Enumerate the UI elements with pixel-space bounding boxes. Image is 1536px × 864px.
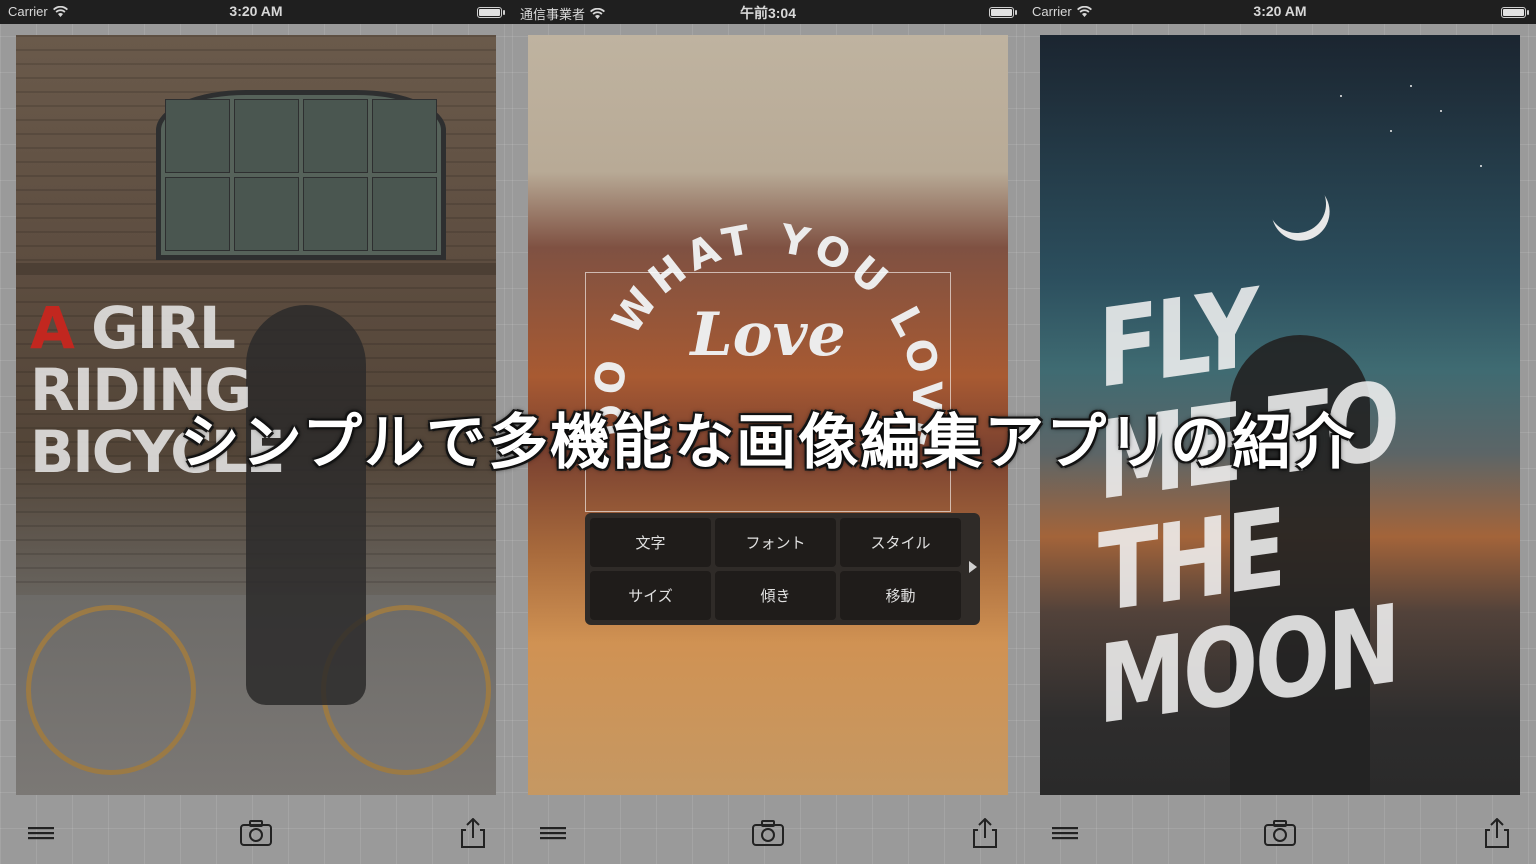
menu-icon[interactable] (1048, 818, 1082, 848)
size-button[interactable]: サイズ (590, 571, 711, 620)
text-line-1-rest: GIRL (72, 294, 236, 362)
status-time: 3:20 AM (1253, 3, 1307, 19)
status-bar: Carrier 3:20 AM (0, 0, 512, 24)
star (1390, 130, 1392, 132)
text-overlay[interactable]: FLY ME TO THE MOON (1098, 251, 1410, 749)
font-button[interactable]: フォント (715, 518, 836, 567)
share-icon[interactable] (1480, 818, 1514, 848)
bottom-toolbar (1024, 804, 1536, 864)
edit-panel: 文字 フォント スタイル サイズ 傾き 移動 (585, 513, 980, 625)
bottom-toolbar (512, 804, 1024, 864)
star (1410, 85, 1412, 87)
status-bar: 通信事業者 午前3:04 (512, 0, 1024, 24)
text-button[interactable]: 文字 (590, 518, 711, 567)
battery-icon (1501, 7, 1529, 18)
text-line-1: A GIRL (30, 297, 283, 359)
menu-icon[interactable] (24, 818, 58, 848)
battery-icon (477, 7, 505, 18)
star (1340, 95, 1342, 97)
camera-icon[interactable] (1263, 818, 1297, 848)
camera-icon[interactable] (239, 818, 273, 848)
text-line-2: THE MOON (1098, 485, 1398, 749)
status-bar: Carrier 3:20 AM (1024, 0, 1536, 24)
camera-icon[interactable] (751, 818, 785, 848)
style-button[interactable]: スタイル (840, 518, 961, 567)
window-ledge (16, 263, 496, 275)
window-image (156, 90, 446, 260)
move-button[interactable]: 移動 (840, 571, 961, 620)
battery-icon (989, 7, 1017, 18)
status-time: 3:20 AM (229, 3, 283, 19)
center-text[interactable]: Love (528, 300, 1008, 370)
star (1440, 110, 1442, 112)
next-arrow-icon[interactable] (969, 561, 977, 573)
caption-title: シンプルで多機能な画像編集アプリの紹介 (179, 408, 1357, 478)
star (1480, 165, 1482, 167)
edit-panel-grid: 文字 フォント スタイル サイズ 傾き 移動 (590, 518, 975, 620)
menu-icon[interactable] (536, 818, 570, 848)
status-time: 午前3:04 (739, 5, 797, 21)
tilt-button[interactable]: 傾き (715, 571, 836, 620)
accent-letter: A (30, 294, 75, 362)
share-icon[interactable] (968, 818, 1002, 848)
bicycle-wheel (26, 605, 196, 775)
share-icon[interactable] (456, 818, 490, 848)
moon-image (1260, 167, 1334, 241)
bottom-toolbar (0, 804, 512, 864)
